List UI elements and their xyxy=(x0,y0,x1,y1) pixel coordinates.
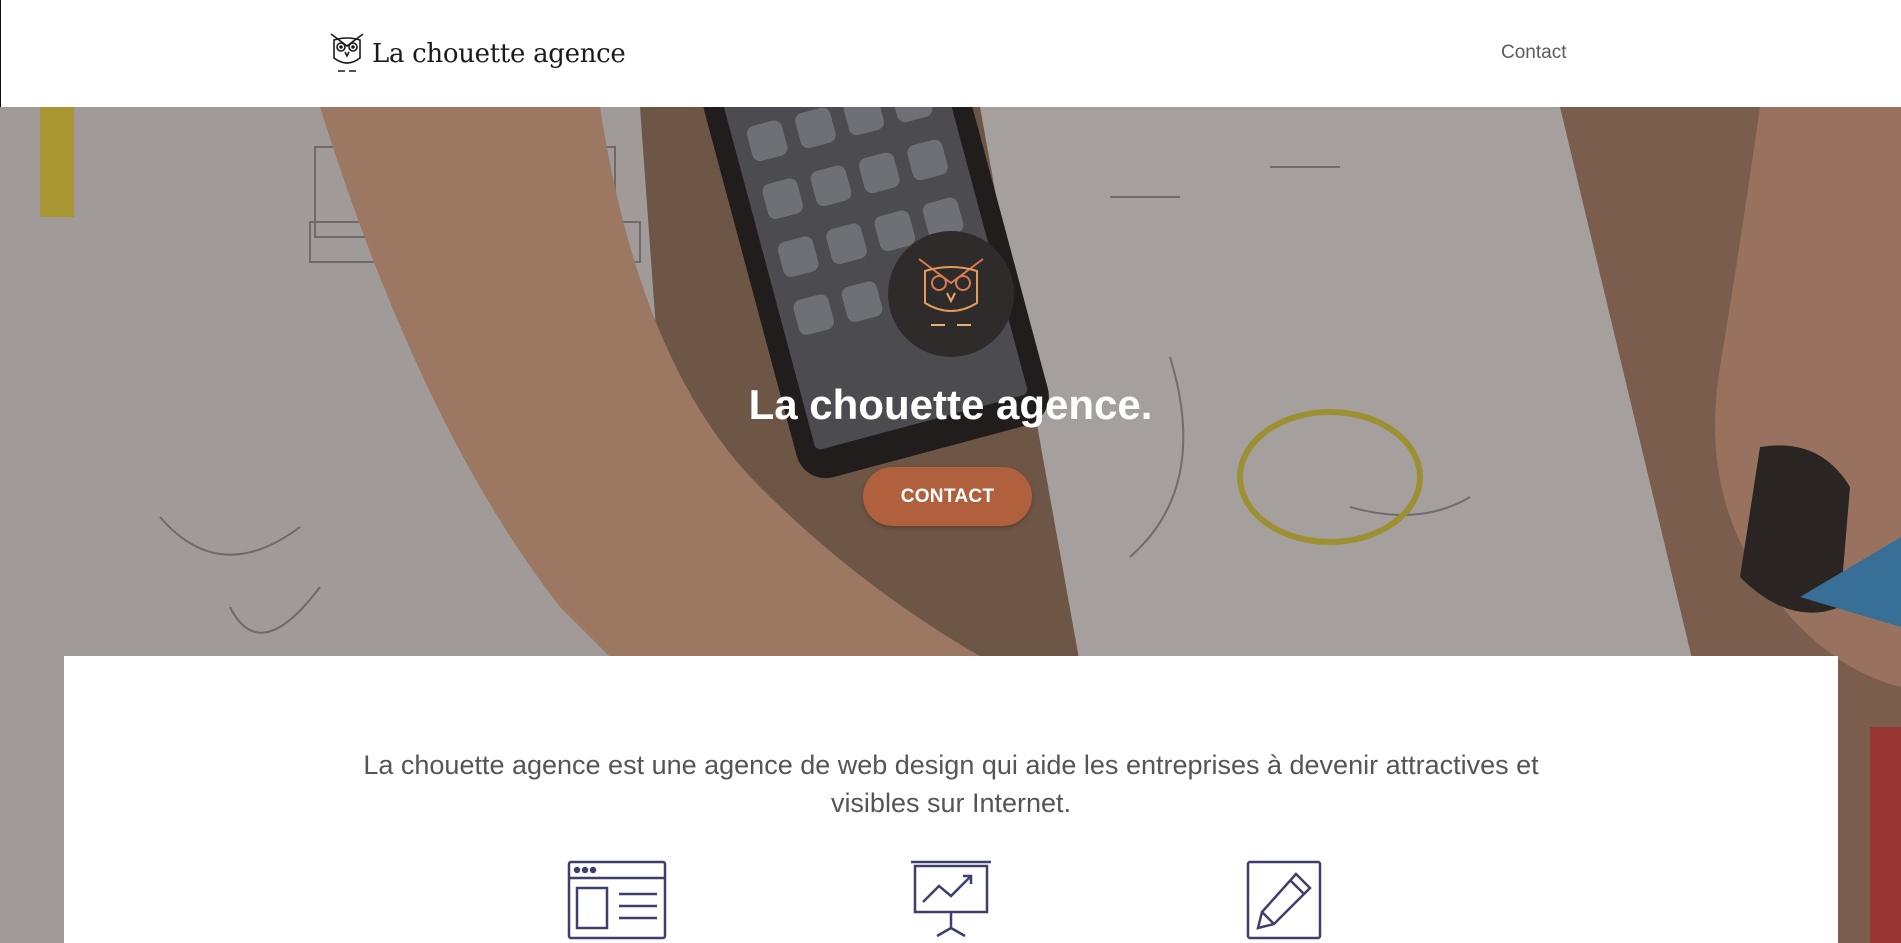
hero-logo-badge xyxy=(888,231,1014,357)
browser-window-icon xyxy=(567,860,667,940)
brand-name: La chouette agence xyxy=(372,38,626,69)
presentation-chart-icon xyxy=(909,860,993,940)
intro-line-1: La chouette agence est une agence de web… xyxy=(363,750,1539,780)
owl-icon xyxy=(915,253,987,336)
intro-text: La chouette agence est une agence de web… xyxy=(64,746,1838,822)
intro-line-2: visibles sur Internet. xyxy=(830,788,1072,818)
pencil-edit-icon xyxy=(1244,860,1324,940)
nav-contact-link[interactable]: Contact xyxy=(1501,42,1566,64)
site-header: La chouette agence Contact xyxy=(0,0,1901,107)
hero-contact-button[interactable]: CONTACT xyxy=(863,467,1032,526)
owl-icon xyxy=(328,30,366,79)
hero-title: La chouette agence. xyxy=(748,381,1153,428)
brand-logo-link[interactable]: La chouette agence xyxy=(328,30,626,79)
intro-card: La chouette agence est une agence de web… xyxy=(64,656,1838,943)
